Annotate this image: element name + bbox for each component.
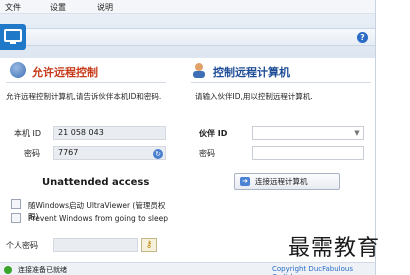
allow-remote-title: 允许远程控制 [32,66,98,79]
my-id-label: 本机 ID [14,129,42,138]
window-right-edge [375,0,410,275]
prevent-sleep-label: Prevent Windows from going to sleep [28,214,168,223]
partner-password-input[interactable] [252,146,364,160]
personal-password-label: 个人密码 [6,241,38,250]
control-remote-panel: 控制远程计算机 请输入伙伴ID,用以控制远程计算机. 伙伴 ID ▼ 密码 ➜ … [185,58,375,248]
copyright-link[interactable]: Copyright DucFabulous Co.ltd [272,265,375,275]
status-ready-icon [4,266,12,274]
connect-button-label: 连接远程计算机 [255,177,308,186]
divider [6,82,166,83]
allow-remote-panel: 允许远程控制 允许远程控制计算机,请告诉伙伴本机ID和密码. 本机 ID 21 … [0,58,175,252]
menu-help[interactable]: 说明 [97,2,113,13]
help-icon[interactable]: ? [357,32,368,43]
user-icon [191,62,207,78]
my-id-field: 21 058 043 [53,126,166,140]
unattended-title: Unattended access [42,177,150,188]
watermark-text: 最需教育 [288,236,381,261]
start-with-windows-checkbox[interactable] [11,199,21,209]
key-icon: ⚷ [145,240,153,250]
partner-password-label: 密码 [199,149,215,158]
refresh-password-icon[interactable]: ↻ [153,149,163,159]
monitor-icon [4,29,22,44]
allow-remote-description: 允许远程控制计算机,请告诉伙伴本机ID和密码. [6,92,162,101]
chevron-down-icon[interactable]: ▼ [352,127,362,139]
key-button[interactable]: ⚷ [141,238,157,252]
my-password-label: 密码 [24,149,40,158]
status-text: 连接准备已就绪 [18,266,67,274]
prevent-sleep-checkbox[interactable] [11,213,21,223]
partner-id-input[interactable] [252,126,364,140]
menu-bar: 文件 设置 说明 [0,0,375,14]
personal-password-field[interactable] [53,238,138,252]
toolbar-row [0,28,375,46]
my-password-field: 7767 [53,146,166,160]
satellite-icon [10,62,26,78]
app-logo [0,24,26,50]
control-remote-title: 控制远程计算机 [213,66,290,79]
arrow-right-icon: ➜ [240,177,250,186]
partner-id-label: 伙伴 ID [199,129,228,138]
menu-file[interactable]: 文件 [5,2,21,13]
control-remote-description: 请输入伙伴ID,用以控制远程计算机. [195,92,313,101]
connect-button[interactable]: ➜ 连接远程计算机 [234,173,340,190]
status-bar: 连接准备已就绪 Copyright DucFabulous Co.ltd [0,262,375,275]
divider [191,82,371,83]
menu-settings[interactable]: 设置 [50,2,66,13]
